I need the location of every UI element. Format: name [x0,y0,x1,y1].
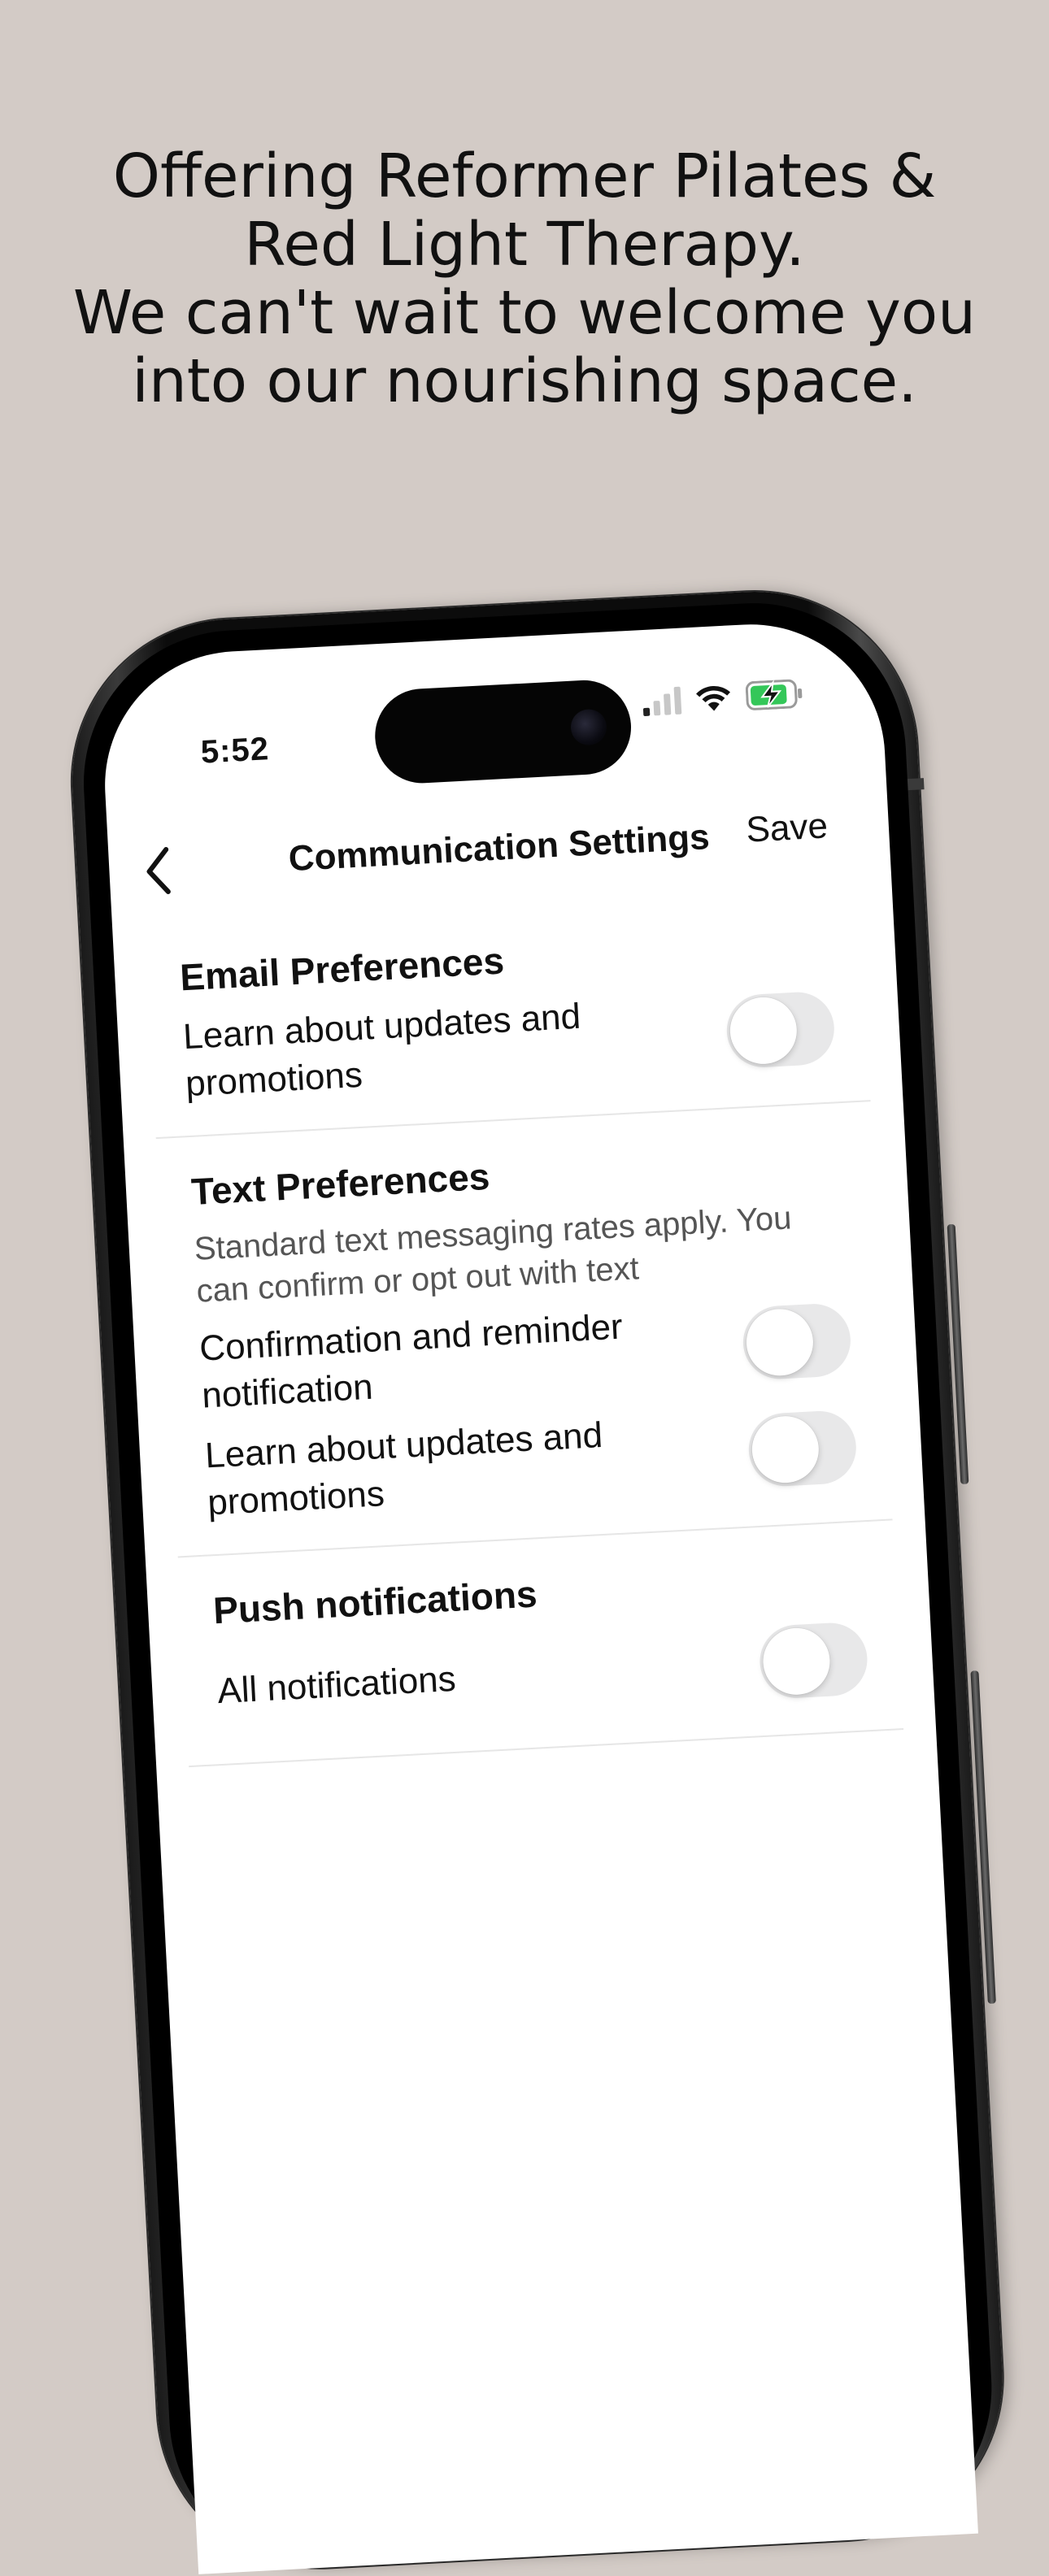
pref-label: Confirmation and reminder notification [198,1306,624,1416]
cellular-signal-icon [642,686,682,717]
status-icons [642,679,806,717]
battery-charging-icon [745,679,803,710]
text-updates-toggle[interactable] [746,1409,859,1488]
pref-label: Learn about updates and promotions [181,996,582,1105]
push-notifications-section: Push notifications All notifications [179,1553,904,1768]
promo-line-3: We can't wait to welcome you [72,278,977,348]
nav-bar: Communication Settings Save [107,780,890,902]
toggle-knob [728,995,799,1066]
status-time: 5:52 [199,731,271,771]
section-description: Standard text messaging rates apply. You… [193,1200,793,1310]
front-camera-icon [569,708,608,746]
pref-label: All notifications [216,1658,457,1712]
push-all-row: All notifications [183,1611,903,1751]
promo-headline: Offering Reformer Pilates & Red Light Th… [0,142,1049,415]
promo-line-2: Red Light Therapy. [244,210,805,280]
save-button[interactable]: Save [745,806,829,850]
promo-line-1: Offering Reformer Pilates & [112,141,937,211]
toggle-knob [761,1626,832,1696]
phone-mockup: 5:52 Communication Settings Save Email P… [63,583,1011,2576]
wifi-icon [696,685,730,711]
promo-line-4: into our nourishing space. [132,346,917,416]
toggle-knob [744,1307,816,1378]
push-all-toggle[interactable] [758,1621,869,1701]
text-preferences-section: Text Preferences Standard text messaging… [157,1134,893,1558]
app-screen: 5:52 Communication Settings Save Email P… [98,617,978,2574]
dynamic-island [372,677,633,786]
email-preferences-section: Email Preferences Learn about updates an… [146,919,871,1140]
settings-content: Email Preferences Learn about updates an… [146,919,905,1800]
email-updates-row: Learn about updates and promotions [150,978,870,1123]
toggle-knob [750,1414,820,1485]
text-confirmation-toggle[interactable] [741,1301,853,1381]
email-updates-toggle[interactable] [725,990,837,1070]
